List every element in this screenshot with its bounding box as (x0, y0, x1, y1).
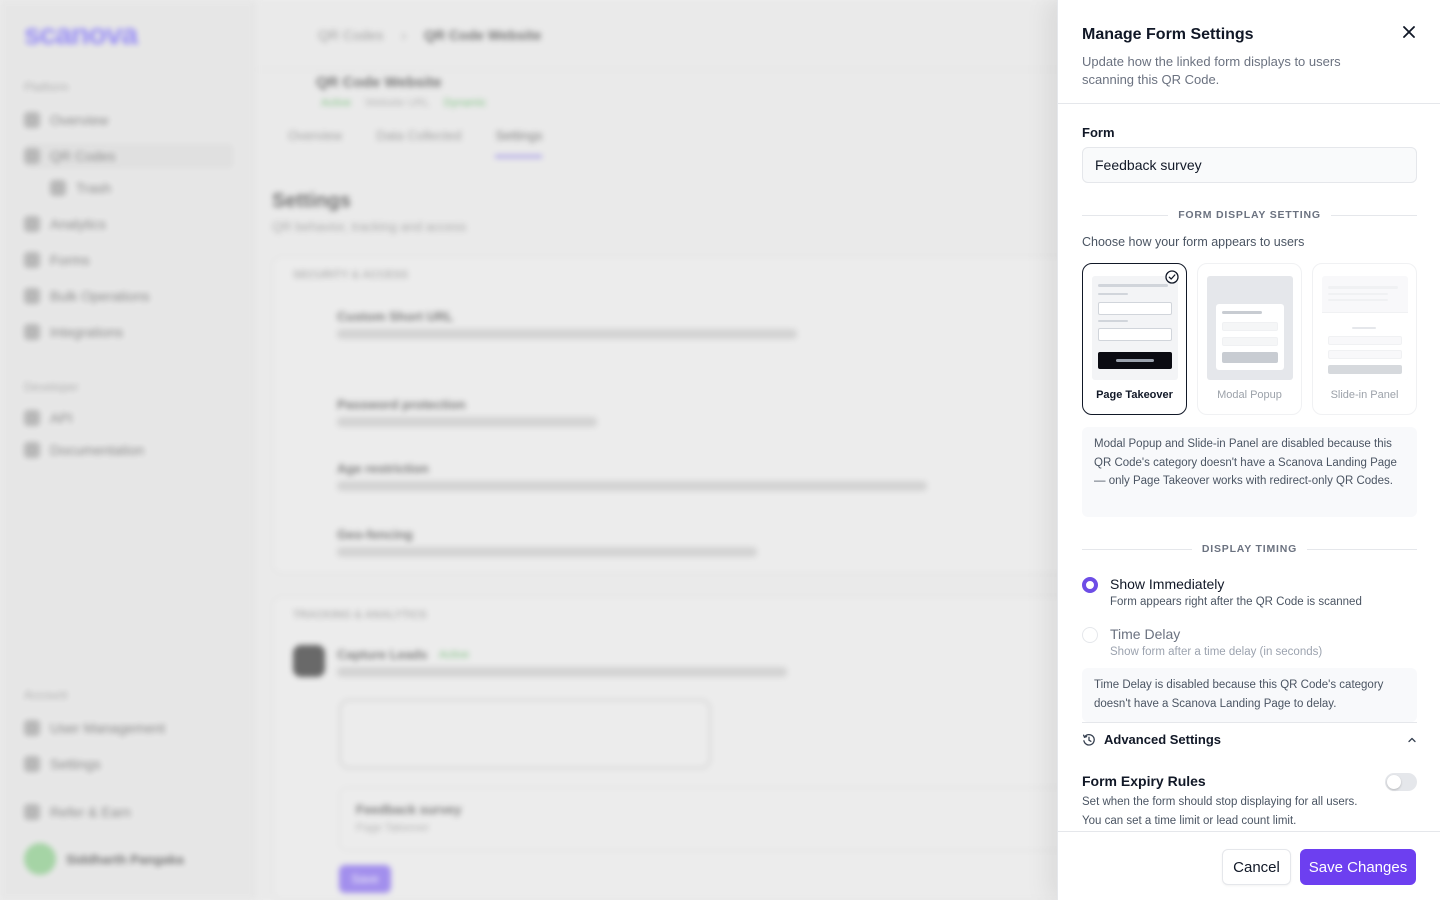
drawer-description: Update how the linked form displays to u… (1082, 54, 1341, 87)
chevron-up-icon (1408, 737, 1416, 742)
page-takeover-preview (1092, 276, 1178, 380)
drawer-footer: Cancel Save Changes (1058, 831, 1440, 900)
advanced-settings-label: Advanced Settings (1104, 732, 1222, 747)
form-label: Form (1082, 125, 1115, 140)
manage-form-settings-drawer: Manage Form Settings Update how the link… (1057, 0, 1440, 900)
drawer-body: Form Feedback survey FORM DISPLAY SETTIN… (1082, 104, 1417, 831)
option-label: Page Takeover (1096, 389, 1173, 401)
radio-time-delay[interactable]: Time Delay Show form after a time delay … (1082, 625, 1417, 660)
radio-button[interactable] (1082, 577, 1098, 593)
expiry-description: Set when the form should stop displaying… (1082, 796, 1358, 827)
modal-popup-preview (1207, 276, 1293, 380)
check-circle-icon (1165, 270, 1179, 284)
close-icon (1403, 26, 1415, 38)
radio-title: Show Immediately (1110, 576, 1225, 592)
display-setting-hint: Choose how your form appears to users (1082, 235, 1305, 249)
expiry-toggle[interactable] (1385, 773, 1417, 791)
radio-show-immediately[interactable]: Show Immediately Form appears right afte… (1082, 575, 1417, 610)
display-timing-divider: DISPLAY TIMING (1082, 542, 1417, 556)
display-setting-info: Modal Popup and Slide-in Panel are disab… (1082, 427, 1417, 517)
drawer-title: Manage Form Settings (1082, 26, 1254, 43)
option-page-takeover[interactable]: Page Takeover (1082, 263, 1187, 415)
display-timing-info: Time Delay is disabled because this QR C… (1082, 668, 1417, 722)
save-changes-button[interactable]: Save Changes (1300, 849, 1416, 885)
radio-subtitle: Show form after a time delay (in seconds… (1110, 646, 1323, 658)
radio-button[interactable] (1082, 627, 1098, 643)
slide-in-panel-preview (1322, 276, 1408, 380)
close-button[interactable] (1399, 22, 1419, 42)
display-timing-heading: DISPLAY TIMING (1201, 543, 1298, 555)
form-select[interactable]: Feedback survey (1082, 147, 1417, 183)
radio-subtitle: Form appears right after the QR Code is … (1110, 596, 1362, 608)
history-icon (1082, 733, 1095, 746)
display-setting-heading: FORM DISPLAY SETTING (1178, 209, 1321, 221)
advanced-settings-toggle[interactable]: Advanced Settings (1082, 722, 1417, 756)
option-modal-popup[interactable]: Modal Popup (1197, 263, 1302, 415)
expiry-title: Form Expiry Rules (1082, 773, 1206, 789)
display-setting-divider: FORM DISPLAY SETTING (1082, 208, 1417, 222)
radio-title: Time Delay (1110, 626, 1181, 642)
option-slide-in-panel[interactable]: Slide-in Panel (1312, 263, 1417, 415)
option-label: Modal Popup (1217, 389, 1282, 401)
form-select-value: Feedback survey (1095, 157, 1202, 173)
option-label: Slide-in Panel (1330, 389, 1399, 401)
cancel-button[interactable]: Cancel (1222, 849, 1291, 885)
drawer-header: Manage Form Settings Update how the link… (1058, 0, 1440, 104)
